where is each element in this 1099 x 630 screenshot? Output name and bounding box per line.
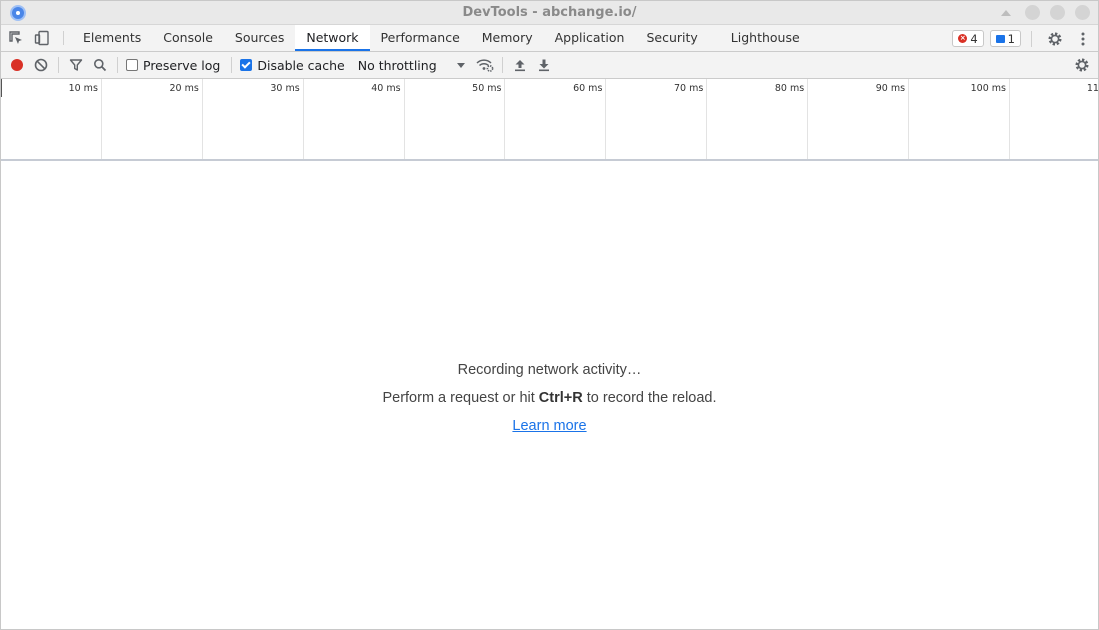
- panel-tab-bar: Elements Console Sources Network Perform…: [1, 25, 1098, 52]
- timeline-tick: 100 ms: [909, 79, 1010, 159]
- toolbar-separator: [58, 57, 59, 73]
- toolbar-separator: [501, 57, 503, 73]
- tab-memory[interactable]: Memory: [471, 25, 544, 51]
- tab-performance[interactable]: Performance: [370, 25, 471, 51]
- learn-more-link[interactable]: Learn more: [512, 418, 586, 434]
- disable-cache-checkbox[interactable]: [240, 59, 253, 71]
- window-minimize-button[interactable]: [1025, 5, 1040, 20]
- gear-icon[interactable]: [1042, 31, 1068, 47]
- reload-hint-suffix: to record the reload.: [582, 390, 717, 406]
- network-overview-timeline[interactable]: 10 ms 20 ms 30 ms 40 ms 50 ms 60 ms 70 ms 80 ms…: [1, 79, 1098, 161]
- tab-bar-right: × 4 1: [952, 25, 1098, 52]
- timeline-tick: 30 ms: [203, 79, 304, 159]
- network-conditions-button[interactable]: [473, 54, 497, 76]
- window-shade-icon[interactable]: [1001, 9, 1011, 16]
- search-button[interactable]: [88, 54, 112, 76]
- timeline-tick: 40 ms: [304, 79, 405, 159]
- inspect-element-icon[interactable]: [3, 25, 29, 51]
- network-settings-button[interactable]: [1070, 54, 1094, 76]
- network-conditions-icon: [476, 59, 494, 72]
- tab-sources[interactable]: Sources: [224, 25, 295, 51]
- record-icon: [11, 59, 23, 71]
- timeline-tick: 90 ms: [808, 79, 910, 159]
- throttling-value: No throttling: [357, 57, 437, 73]
- throttling-select[interactable]: No throttling: [348, 58, 473, 73]
- tab-lighthouse[interactable]: Lighthouse: [709, 25, 811, 51]
- window-close-button[interactable]: [1075, 5, 1090, 20]
- filter-button[interactable]: [64, 54, 88, 76]
- error-count-badge[interactable]: × 4: [952, 30, 984, 47]
- message-count-badge[interactable]: 1: [989, 30, 1021, 47]
- gear-icon: [1075, 58, 1089, 72]
- reload-hint: Perform a request or hit Ctrl+R to recor…: [1, 384, 1098, 412]
- tab-elements[interactable]: Elements: [72, 25, 152, 51]
- tab-console[interactable]: Console: [152, 25, 224, 51]
- export-har-button[interactable]: [532, 54, 556, 76]
- timeline-tick: 20 ms: [102, 79, 203, 159]
- devtools-window: DevTools - abchange.io/ Elements Console…: [0, 0, 1099, 630]
- tab-security[interactable]: Security: [635, 25, 708, 51]
- reload-shortcut: Ctrl+R: [538, 390, 583, 406]
- window-controls: [1001, 5, 1090, 20]
- more-vertical-icon[interactable]: [1074, 32, 1092, 46]
- search-icon: [94, 59, 107, 72]
- preserve-log-checkbox[interactable]: [126, 59, 138, 71]
- error-icon: ×: [958, 34, 968, 43]
- preserve-log-toggle[interactable]: Preserve log: [123, 58, 223, 73]
- toolbar-separator: [63, 31, 64, 45]
- import-har-button[interactable]: [508, 54, 532, 76]
- timeline-tick: 60 ms: [506, 79, 607, 159]
- filter-icon: [69, 59, 83, 71]
- timeline-tick: 80 ms: [707, 79, 809, 159]
- tab-network[interactable]: Network: [295, 25, 370, 51]
- disable-cache-label: Disable cache: [257, 57, 345, 73]
- window-maximize-button[interactable]: [1050, 5, 1065, 20]
- timeline-tick: 50 ms: [405, 79, 506, 159]
- toolbar-separator: [117, 57, 118, 73]
- message-count: 1: [1007, 31, 1015, 46]
- preserve-log-label: Preserve log: [143, 57, 221, 73]
- clear-button[interactable]: [29, 54, 53, 76]
- record-button[interactable]: [5, 54, 29, 76]
- chrome-app-icon: [10, 5, 26, 21]
- toolbar-separator: [1031, 30, 1032, 47]
- tab-application[interactable]: Application: [544, 25, 636, 51]
- window-title: DevTools - abchange.io/: [462, 5, 637, 20]
- empty-state: Recording network activity… Perform a re…: [1, 356, 1098, 440]
- toolbar-separator: [231, 57, 233, 73]
- error-count: 4: [970, 31, 978, 46]
- reload-hint-prefix: Perform a request or hit: [382, 390, 539, 406]
- chevron-down-icon: [456, 62, 465, 68]
- import-har-icon: [514, 60, 525, 72]
- disable-cache-toggle[interactable]: Disable cache: [237, 58, 347, 73]
- device-toolbar-icon[interactable]: [29, 25, 55, 51]
- timeline-tick: 110: [1086, 83, 1099, 94]
- timeline-tick: 70 ms: [606, 79, 708, 159]
- timeline-tick: 10 ms: [1, 79, 102, 159]
- message-icon: [995, 34, 1005, 43]
- recording-message: Recording network activity…: [457, 362, 642, 378]
- title-bar: DevTools - abchange.io/: [1, 1, 1098, 25]
- network-toolbar: Preserve log Disable cache No throttling: [1, 52, 1098, 79]
- clear-icon: [34, 58, 48, 72]
- export-har-icon: [538, 59, 549, 72]
